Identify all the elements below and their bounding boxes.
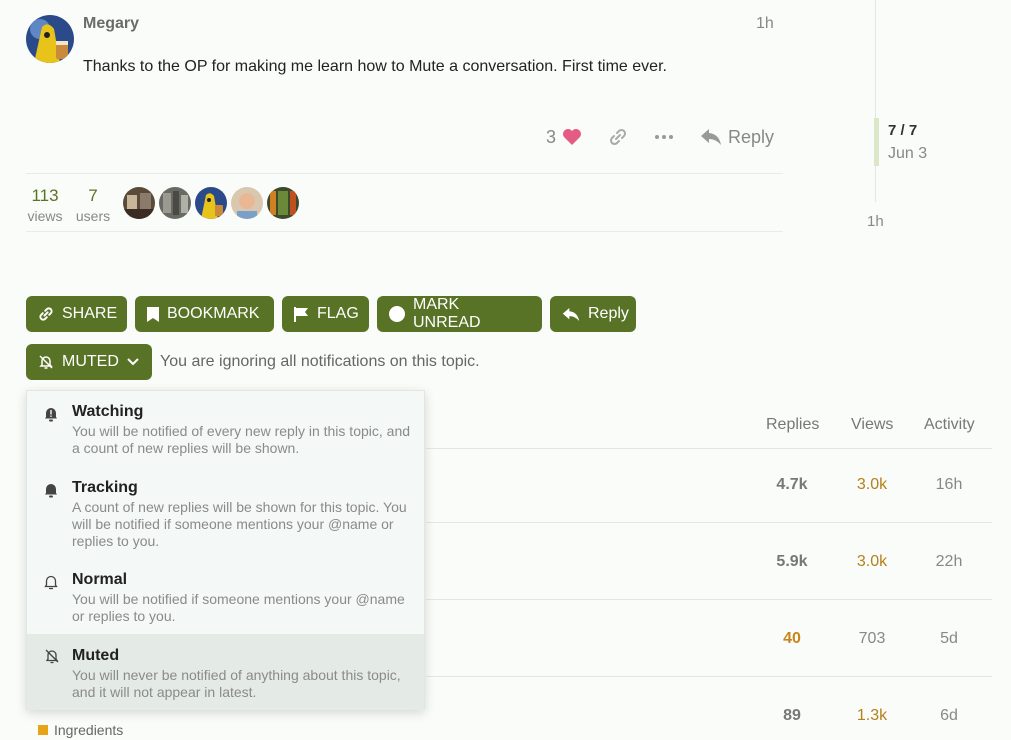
activity-time[interactable]: 22h xyxy=(914,553,984,571)
flag-icon xyxy=(294,306,309,322)
activity-time[interactable]: 6d xyxy=(914,707,984,725)
chevron-down-icon xyxy=(127,358,139,366)
views-count-cell: 3.0k xyxy=(856,553,888,570)
reply-button[interactable]: Reply xyxy=(550,296,636,332)
post-body-text: Thanks to the OP for making me learn how… xyxy=(83,58,667,75)
like-count[interactable]: 3 xyxy=(546,127,556,148)
option-title: Watching xyxy=(72,403,144,420)
activity-time[interactable]: 16h xyxy=(914,476,984,494)
timeline-handle[interactable] xyxy=(874,118,879,166)
post-username[interactable]: Megary xyxy=(83,15,139,33)
divider xyxy=(26,231,783,232)
views-count-cell: 1.3k xyxy=(856,707,888,724)
participant-avatar[interactable] xyxy=(267,187,299,219)
timeline-count: 7 / 7 xyxy=(888,122,918,139)
notification-level-label: MUTED xyxy=(62,353,119,370)
views-count-cell: 703 xyxy=(858,630,886,647)
activity-time[interactable]: 5d xyxy=(914,630,984,648)
notification-option-muted[interactable]: Muted You will never be notified of anyt… xyxy=(27,634,424,710)
more-options-icon[interactable] xyxy=(654,134,674,140)
flag-button[interactable]: FLAG xyxy=(282,296,369,332)
option-title: Muted xyxy=(72,647,120,664)
notifications-dropdown-menu: Watching You will be notified of every n… xyxy=(26,390,425,710)
reply-icon xyxy=(562,307,580,322)
replies-count[interactable]: 5.9k xyxy=(757,553,827,571)
column-header-activity[interactable]: Activity xyxy=(924,416,975,434)
notification-option-normal[interactable]: Normal You will be notified if someone m… xyxy=(27,571,424,625)
post-reply-button[interactable]: Reply xyxy=(700,127,774,148)
column-header-views[interactable]: Views xyxy=(851,416,893,434)
link-icon xyxy=(38,306,54,322)
option-title: Tracking xyxy=(72,479,138,496)
post-actions: 3 Reply xyxy=(546,125,774,149)
post-reply-label: Reply xyxy=(728,126,775,147)
notification-option-watching[interactable]: Watching You will be notified of every n… xyxy=(27,403,424,457)
option-description: You will never be notified of anything a… xyxy=(72,667,401,700)
timeline-date[interactable]: Jun 3 xyxy=(888,145,927,163)
participant-avatar[interactable] xyxy=(231,187,263,219)
topic-footer-buttons: SHARE BOOKMARK FLAG MARK UNREAD Reply xyxy=(26,296,636,332)
option-title: Normal xyxy=(72,571,128,588)
post-timestamp[interactable]: 1h xyxy=(756,15,774,33)
views-count: 113 xyxy=(31,186,59,205)
category-badge[interactable]: Ingredients xyxy=(38,722,123,738)
replies-count[interactable]: 40 xyxy=(757,630,827,648)
users-stat: 7 users xyxy=(74,186,112,224)
participant-avatar[interactable] xyxy=(159,187,191,219)
heart-icon[interactable] xyxy=(562,128,582,146)
share-button[interactable]: SHARE xyxy=(26,296,127,332)
participant-avatar[interactable] xyxy=(195,187,227,219)
row-divider xyxy=(426,676,992,677)
bell-slash-icon xyxy=(44,648,60,669)
users-count: 7 xyxy=(88,186,98,205)
mark-unread-label: MARK UNREAD xyxy=(413,296,481,331)
timeline-end-time[interactable]: 1h xyxy=(867,213,884,230)
replies-count[interactable]: 89 xyxy=(757,707,827,725)
option-description: A count of new replies will be shown for… xyxy=(72,499,407,549)
users-label: users xyxy=(75,208,111,224)
replies-count[interactable]: 4.7k xyxy=(757,476,827,494)
avatar-megary[interactable] xyxy=(26,15,74,63)
notification-option-tracking[interactable]: Tracking A count of new replies will be … xyxy=(27,479,424,550)
views-stat: 113 views xyxy=(26,186,64,224)
option-description: You will be notified if someone mentions… xyxy=(72,591,405,624)
participant-avatar[interactable] xyxy=(123,187,155,219)
timeline-track[interactable] xyxy=(875,0,876,202)
row-divider xyxy=(426,599,992,600)
bell-icon xyxy=(44,482,58,503)
participant-avatars xyxy=(123,187,299,219)
bookmark-icon xyxy=(147,306,159,322)
reply-label: Reply xyxy=(588,305,629,322)
views-label: views xyxy=(27,208,63,224)
notifications-dropdown-button[interactable]: MUTED xyxy=(26,344,152,380)
mark-unread-button[interactable]: MARK UNREAD xyxy=(377,296,542,332)
column-header-replies[interactable]: Replies xyxy=(766,416,819,434)
notification-level-description: You are ignoring all notifications on th… xyxy=(160,353,480,370)
bell-outline-icon xyxy=(44,574,58,595)
share-label: SHARE xyxy=(62,305,118,322)
bell-exclamation-icon xyxy=(44,406,58,427)
category-color-square xyxy=(38,725,48,735)
flag-label: FLAG xyxy=(317,305,359,322)
row-divider xyxy=(426,522,992,523)
reply-icon xyxy=(700,128,722,146)
circle-icon xyxy=(389,306,405,322)
row-divider xyxy=(426,448,992,449)
bookmark-label: BOOKMARK xyxy=(167,305,260,322)
divider xyxy=(26,173,783,174)
views-count-cell: 3.0k xyxy=(856,476,888,493)
bookmark-button[interactable]: BOOKMARK xyxy=(135,296,274,332)
bell-slash-icon xyxy=(38,354,54,370)
option-description: You will be notified of every new reply … xyxy=(72,423,411,456)
link-icon[interactable] xyxy=(608,127,628,147)
category-name: Ingredients xyxy=(54,722,124,738)
